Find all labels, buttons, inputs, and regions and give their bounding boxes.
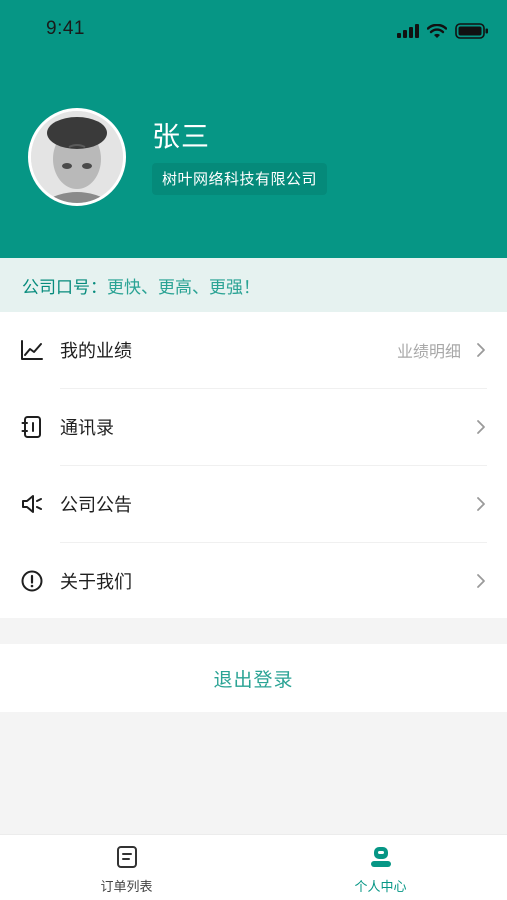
status-time: 9:41 [46,18,85,39]
chevron-right-icon [477,420,485,434]
slogan-label: 公司口号： [22,277,107,298]
company-slogan-bar: 公司口号： 更快、更高、更强！ [0,258,507,312]
tab-order-list[interactable]: 订单列表 [0,835,253,900]
chart-line-icon [21,340,43,360]
avatar-photo [31,111,123,203]
status-bar: 9:41 [0,0,507,60]
info-circle-icon [21,570,43,592]
signal-icon [397,24,419,38]
menu-item-label: 关于我们 [60,572,132,593]
tab-label: 个人中心 [354,880,407,895]
performance-detail-link[interactable]: 业绩明细 [397,338,461,362]
profile-icon [370,847,391,867]
chevron-right-icon [477,343,485,357]
menu-item-performance[interactable]: 我的业绩 业绩明细 [0,312,507,388]
menu-item-announcements[interactable]: 公司公告 [0,466,507,542]
order-list-icon [116,846,137,868]
wifi-icon [427,23,447,38]
battery-icon [455,23,488,39]
chevron-right-icon [477,497,485,511]
menu-item-label: 我的业绩 [60,341,132,362]
menu-item-label: 公司公告 [60,495,132,516]
chevron-right-icon [477,574,485,588]
logout-button[interactable]: 退出登录 [0,644,507,712]
company-badge: 树叶网络科技有限公司 [152,163,328,195]
slogan-text: 更快、更高、更强！ [107,277,260,298]
avatar[interactable] [28,108,126,206]
menu-item-about[interactable]: 关于我们 [0,543,507,619]
status-icons [397,22,489,40]
bottom-tab-bar: 订单列表 个人中心 [0,834,507,900]
tab-profile[interactable]: 个人中心 [254,835,507,900]
speaker-icon [22,495,42,513]
user-name: 张三 [152,120,211,153]
contacts-book-icon [21,416,41,438]
menu-list: 我的业绩 业绩明细 通讯录 公司公告 关于我们 [0,312,507,618]
tab-label: 订单列表 [100,880,153,895]
menu-item-label: 通讯录 [60,418,114,439]
profile-header: 9:41 张三 树叶网络科技有限公司 [0,0,507,258]
menu-item-contacts[interactable]: 通讯录 [0,389,507,465]
